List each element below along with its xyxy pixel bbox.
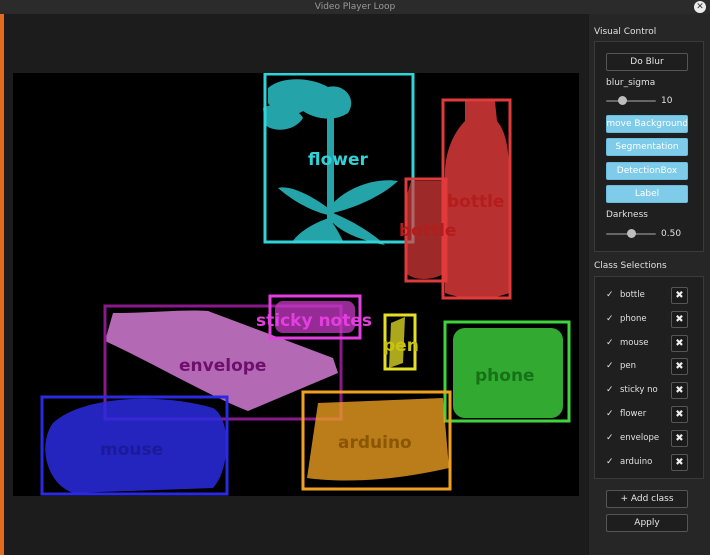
visual-control-title: Visual Control (594, 27, 657, 37)
remove-class-button[interactable]: ✖ (671, 334, 688, 352)
detection-box-button[interactable]: DetectionBox (606, 162, 688, 180)
class-checkbox[interactable]: ✓ (606, 433, 614, 443)
class-checkbox[interactable]: ✓ (606, 385, 614, 395)
close-icon[interactable]: ✕ (694, 1, 706, 13)
class-item-label: mouse (620, 337, 649, 348)
video-frame: flower bottle bottle envelope sticky not… (13, 73, 579, 496)
envelope-label: envelope (179, 356, 266, 376)
remove-class-button[interactable]: ✖ (671, 382, 688, 400)
do-blur-button[interactable]: Do Blur (606, 53, 688, 71)
blur-sigma-value: 10 (661, 96, 673, 106)
apply-button[interactable]: Apply (606, 514, 688, 532)
remove-class-button[interactable]: ✖ (671, 406, 688, 423)
blur-sigma-slider[interactable] (606, 100, 656, 102)
class-item-label: pen (620, 361, 637, 372)
pen-label: pen (383, 336, 419, 356)
sticky-notes-label: sticky notes (256, 311, 372, 331)
label-button[interactable]: Label (606, 185, 688, 203)
class-checkbox[interactable]: ✓ (606, 290, 614, 300)
class-checkbox[interactable]: ✓ (606, 409, 614, 419)
remove-background-button[interactable]: Remove Background (606, 115, 688, 133)
class-item-label: phone (620, 313, 647, 324)
class-item-label: sticky no (620, 385, 658, 396)
detection-overlay: flower bottle bottle envelope sticky not… (40, 73, 571, 496)
remove-class-button[interactable]: ✖ (671, 310, 688, 328)
class-checkbox[interactable]: ✓ (606, 338, 614, 348)
class-checkbox[interactable]: ✓ (606, 361, 614, 371)
arduino-label: arduino (338, 433, 412, 453)
darkness-label: Darkness (606, 210, 648, 220)
remove-background-label: Remove Background (606, 119, 688, 129)
class-item-label: bottle (620, 290, 645, 300)
blur-sigma-slider-handle[interactable] (618, 96, 627, 105)
title-bar: Video Player Loop ✕ (0, 0, 710, 14)
window-title: Video Player Loop (314, 2, 396, 12)
darkness-value: 0.50 (661, 229, 682, 239)
remove-class-button[interactable]: ✖ (671, 453, 688, 471)
mouse-label: mouse (100, 440, 163, 460)
remove-class-button[interactable]: ✖ (671, 287, 688, 304)
remove-class-button[interactable]: ✖ (671, 429, 688, 447)
blur-sigma-label: blur_sigma (606, 78, 656, 88)
class-item-label: envelope (620, 432, 660, 443)
class-checkbox[interactable]: ✓ (606, 314, 614, 324)
segmentation-button[interactable]: Segmentation (606, 138, 688, 156)
class-selections-title: Class Selections (594, 261, 667, 271)
bottle-label-small: bottle (399, 221, 456, 241)
darkness-slider-handle[interactable] (626, 229, 636, 238)
bottle-label-large: bottle (447, 192, 504, 212)
add-class-button[interactable]: + Add class (606, 490, 688, 508)
class-list (594, 276, 704, 479)
class-item-label: arduino (620, 456, 653, 467)
class-checkbox[interactable]: ✓ (606, 457, 614, 467)
remove-class-button[interactable]: ✖ (671, 358, 688, 376)
phone-label: phone (475, 366, 535, 386)
class-item-label: flower (620, 409, 647, 419)
flower-label: flower (308, 150, 369, 170)
